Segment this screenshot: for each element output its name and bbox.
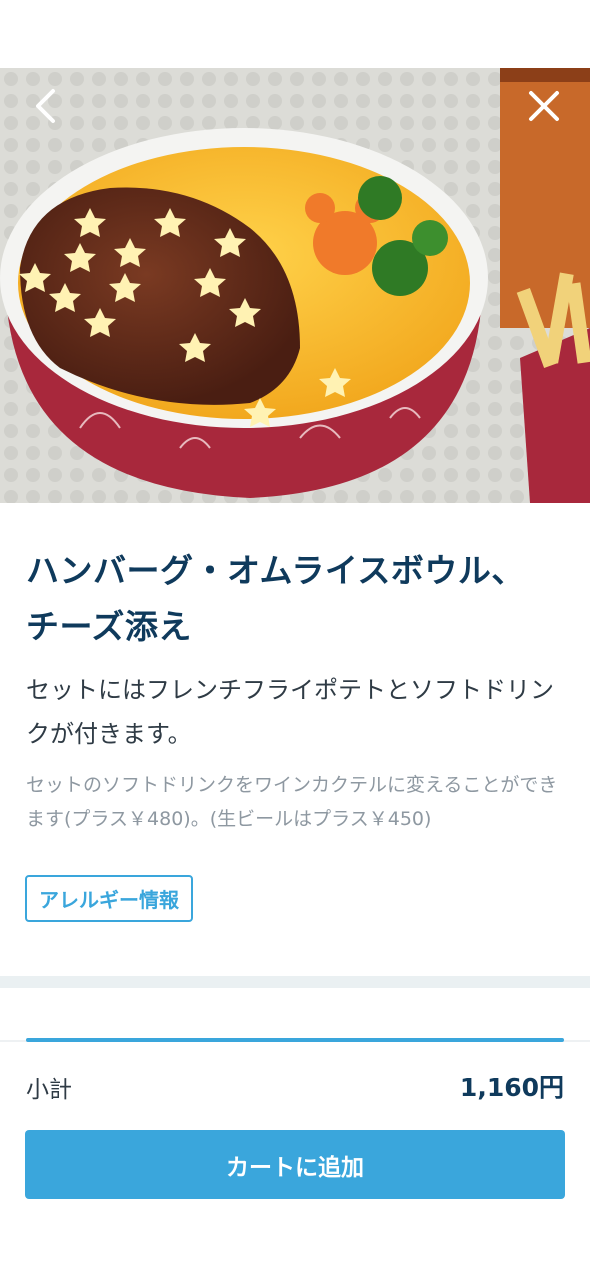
close-icon xyxy=(529,91,559,121)
product-description: セットにはフレンチフライポテトとソフトドリンクが付きます。 xyxy=(26,676,554,748)
order-footer: 小計 1,160円 カートに追加 xyxy=(0,1038,590,1278)
footer-accent-line xyxy=(26,1038,564,1042)
subtotal-label: 小計 xyxy=(26,1077,72,1103)
product-photo-illustration xyxy=(0,68,590,503)
allergy-info-button[interactable]: アレルギー情報 xyxy=(25,875,193,922)
product-title-line2: チーズ添え xyxy=(26,607,192,646)
chevron-left-icon xyxy=(36,89,55,123)
subtotal-value: 1,160円 xyxy=(459,1073,564,1102)
close-button[interactable] xyxy=(522,84,566,128)
section-divider xyxy=(0,976,590,988)
add-to-cart-button[interactable]: カートに追加 xyxy=(25,1130,565,1199)
product-photo xyxy=(0,68,590,503)
product-title-line1: ハンバーグ・オムライスボウル、 xyxy=(26,551,525,590)
product-note: セットのソフトドリンクをワインカクテルに変えることができます(プラス￥480)。… xyxy=(26,774,558,830)
status-bar xyxy=(0,0,590,68)
back-button[interactable] xyxy=(24,84,68,128)
product-title: ハンバーグ・オムライスボウル、 チーズ添え xyxy=(26,543,566,655)
